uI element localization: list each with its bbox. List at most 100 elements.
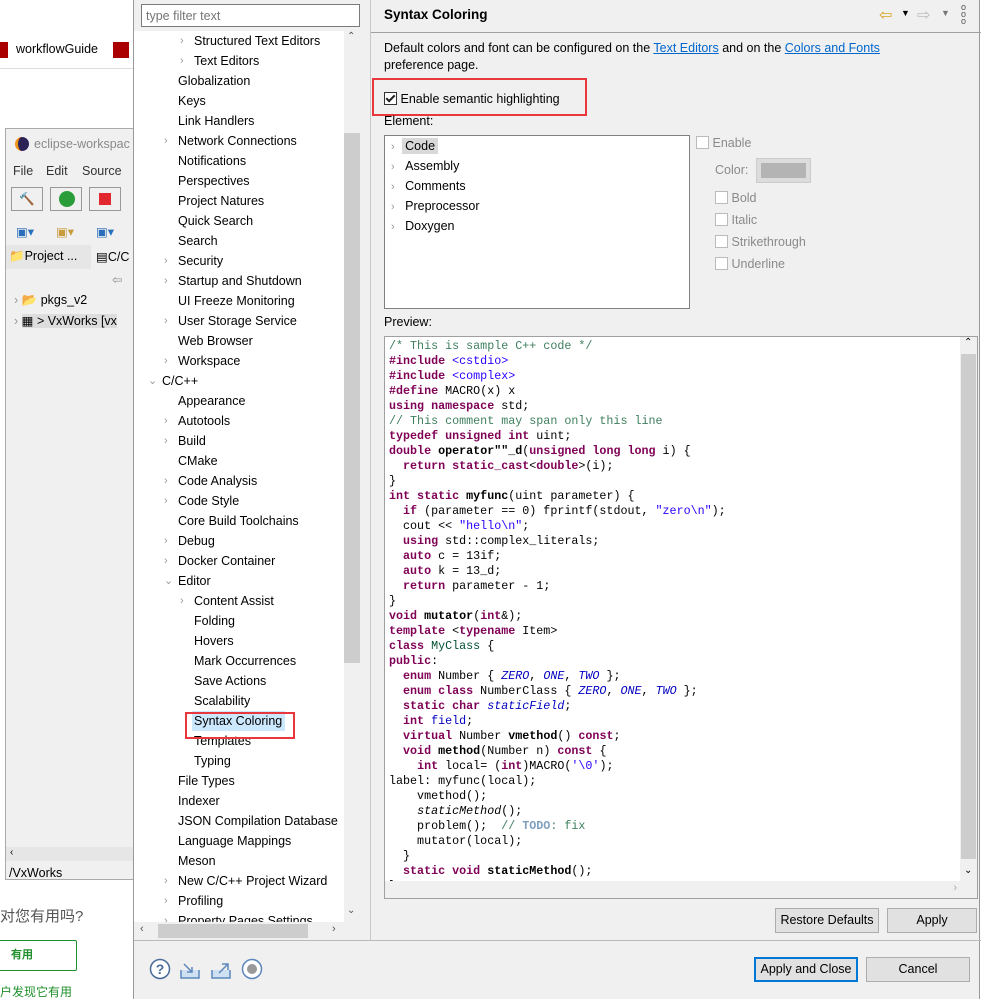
style-option-underline[interactable]: Underline xyxy=(715,257,785,271)
tree-item[interactable]: › Code Style xyxy=(164,491,242,511)
chevron-right-icon[interactable]: › xyxy=(164,911,174,922)
scroll-down-icon[interactable]: ⌄ xyxy=(964,865,972,876)
element-tree[interactable]: › Code › Assembly › Comments › Preprocessor… xyxy=(384,135,690,309)
new-project-icon[interactable]: ▣▾ xyxy=(16,224,34,239)
tree-item[interactable]: › Profiling xyxy=(164,891,226,911)
chevron-right-icon[interactable]: › xyxy=(164,471,174,491)
chevron-right-icon[interactable]: › xyxy=(164,411,174,431)
chevron-right-icon[interactable]: › xyxy=(164,351,174,371)
project-item-pkgs[interactable]: › 📂 pkgs_v2 xyxy=(14,293,87,308)
tree-item[interactable]: Core Build Toolchains xyxy=(176,511,302,531)
tree-item[interactable]: › Debug xyxy=(164,531,218,551)
color-picker-button[interactable] xyxy=(756,158,811,183)
tree-item[interactable]: Quick Search xyxy=(176,211,256,231)
tree-item[interactable]: Typing xyxy=(192,751,234,771)
tree-item[interactable]: Appearance xyxy=(176,391,248,411)
tree-item[interactable]: › Startup and Shutdown xyxy=(164,271,305,291)
scroll-left-icon[interactable]: ‹ xyxy=(140,923,144,935)
text-editors-link[interactable]: Text Editors xyxy=(653,41,718,55)
tree-item[interactable]: Folding xyxy=(192,611,238,631)
export-icon[interactable] xyxy=(210,958,232,980)
useful-button[interactable]: 有用 xyxy=(0,940,77,971)
enable-checkbox[interactable]: Enable xyxy=(696,136,751,150)
menu-source[interactable]: Source xyxy=(82,164,122,178)
tree-item[interactable]: Web Browser xyxy=(176,331,256,351)
tree-item[interactable]: › Docker Container xyxy=(164,551,278,571)
tree-item[interactable]: Indexer xyxy=(176,791,223,811)
tree-item[interactable]: CMake xyxy=(176,451,221,471)
chevron-right-icon[interactable]: › xyxy=(164,311,174,331)
chevron-right-icon[interactable]: › xyxy=(164,531,174,551)
tree-item[interactable]: › Security xyxy=(164,251,226,271)
chevron-right-icon[interactable]: › xyxy=(391,181,395,193)
chevron-right-icon[interactable]: › xyxy=(164,251,174,271)
chevron-right-icon[interactable]: › xyxy=(164,551,174,571)
tree-item[interactable]: Save Actions xyxy=(192,671,269,691)
forward-nav-icon[interactable]: ⇨ xyxy=(917,5,930,25)
colors-and-fonts-link[interactable]: Colors and Fonts xyxy=(785,41,880,55)
tree-item[interactable]: ⌄ Editor xyxy=(164,571,214,591)
tree-item[interactable]: › Structured Text Editors xyxy=(180,31,323,51)
back-arrow-icon[interactable]: ⇦ xyxy=(112,272,122,287)
import-icon[interactable] xyxy=(179,958,201,980)
tab-c-cpp[interactable]: ▤C/C xyxy=(96,249,129,264)
chevron-right-icon[interactable]: › xyxy=(180,51,190,71)
scroll-up-icon[interactable]: ⌃ xyxy=(347,31,355,42)
element-item[interactable]: › Doxygen xyxy=(391,216,458,236)
preferences-tree[interactable]: › Structured Text Editors › Text Editors Glo… xyxy=(134,31,344,922)
tree-item[interactable]: › Property Pages Settings xyxy=(164,911,316,922)
style-option-bold[interactable]: Bold xyxy=(715,191,757,205)
project-item-vxworks[interactable]: › ▦ > VxWorks [vx xyxy=(14,313,117,328)
tree-item[interactable]: JSON Compilation Database xyxy=(176,811,341,831)
chevron-right-icon[interactable]: › xyxy=(180,31,190,51)
run-button[interactable] xyxy=(50,187,82,211)
chevron-right-icon[interactable]: › xyxy=(164,131,174,151)
scroll-up-icon[interactable]: ⌃ xyxy=(964,337,972,348)
view-menu-icon[interactable]: ooo xyxy=(961,3,966,26)
tree-item[interactable]: Search xyxy=(176,231,221,251)
chevron-right-icon[interactable]: › xyxy=(391,221,395,233)
stop-button[interactable] xyxy=(89,187,121,211)
build-button[interactable]: 🔨 xyxy=(11,187,43,211)
tree-item[interactable]: Meson xyxy=(176,851,219,871)
tree-item[interactable]: › Network Connections xyxy=(164,131,300,151)
chevron-right-icon[interactable]: › xyxy=(180,591,190,611)
menu-edit[interactable]: Edit xyxy=(46,164,68,178)
horizontal-scrollbar[interactable]: ‹ xyxy=(6,847,141,861)
chevron-right-icon[interactable]: › xyxy=(164,871,174,891)
tree-item[interactable]: Hovers xyxy=(192,631,237,651)
help-icon[interactable]: ? xyxy=(149,958,171,980)
tree-item[interactable]: File Types xyxy=(176,771,238,791)
new-folder-icon[interactable]: ▣▾ xyxy=(56,224,74,239)
tree-item[interactable]: › User Storage Service xyxy=(164,311,300,331)
style-option-italic[interactable]: Italic xyxy=(715,213,757,227)
scroll-right-icon[interactable]: › xyxy=(332,923,336,935)
tree-item[interactable]: › Workspace xyxy=(164,351,243,371)
record-icon[interactable] xyxy=(241,958,263,980)
tree-item[interactable]: › Text Editors xyxy=(180,51,262,71)
tree-item[interactable]: Notifications xyxy=(176,151,249,171)
element-item[interactable]: › Comments xyxy=(391,176,469,196)
back-nav-icon[interactable]: ⇦ xyxy=(879,5,892,25)
semantic-highlighting-checkbox[interactable]: Enable semantic highlighting xyxy=(384,92,560,106)
tree-item[interactable]: Keys xyxy=(176,91,209,111)
tree-item[interactable]: Language Mappings xyxy=(176,831,294,851)
scroll-down-icon[interactable]: ⌄ xyxy=(347,905,355,916)
tree-item[interactable]: UI Freeze Monitoring xyxy=(176,291,298,311)
element-item[interactable]: › Code xyxy=(391,136,439,156)
scroll-right-icon[interactable]: › xyxy=(953,882,957,894)
preview-scroll-thumb[interactable] xyxy=(961,354,976,859)
chevron-right-icon[interactable]: › xyxy=(164,891,174,911)
tree-item[interactable]: Mark Occurrences xyxy=(192,651,299,671)
back-menu-chevron-icon[interactable]: ▼ xyxy=(901,8,910,18)
tree-hscroll-thumb[interactable] xyxy=(158,924,308,938)
apply-and-close-button[interactable]: Apply and Close xyxy=(754,957,858,982)
tree-item[interactable]: Link Handlers xyxy=(176,111,257,131)
tree-item[interactable]: Globalization xyxy=(176,71,253,91)
chevron-down-icon[interactable]: ⌄ xyxy=(148,371,158,391)
tree-item[interactable]: › Code Analysis xyxy=(164,471,260,491)
code-preview[interactable]: /* This is sample C++ code */#include <c… xyxy=(384,336,978,899)
chevron-right-icon[interactable]: › xyxy=(164,491,174,511)
tree-item[interactable]: › Content Assist xyxy=(180,591,277,611)
tree-item[interactable]: › New C/C++ Project Wizard xyxy=(164,871,330,891)
